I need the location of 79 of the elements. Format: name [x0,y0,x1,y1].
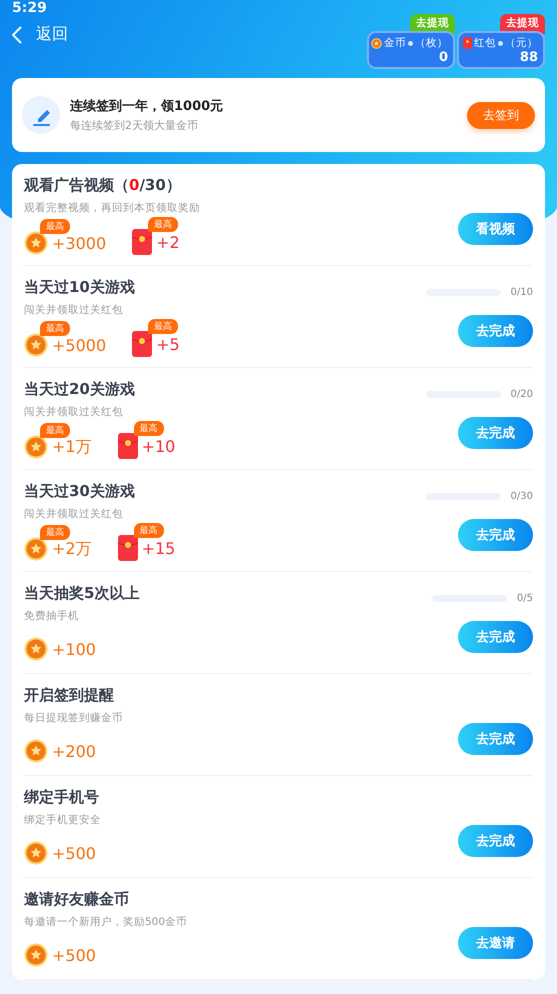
coin-icon [24,333,48,357]
max-badge: 最高 [148,319,178,334]
task-description: 观看完整视频，再回到本页领取奖励 [24,201,201,215]
task-button[interactable]: 去完成 [458,417,533,449]
task-button[interactable]: 去完成 [458,723,533,755]
progress-text: 0/20 [510,389,533,400]
task-title: 开启签到提醒 [24,686,115,705]
task-button[interactable]: 去邀请 [458,927,533,959]
task-button[interactable]: 看视频 [458,213,533,245]
max-badge: 最高 [148,217,178,232]
sign-in-title: 连续签到一年，领1000元 [70,98,224,115]
balance-value: 88 [520,50,538,65]
reward-amount: +2万 [52,538,92,560]
task-button[interactable]: 去完成 [458,519,533,551]
max-badge: 最高 [40,321,70,336]
envelope-icon [118,433,138,459]
task-button[interactable]: 去完成 [458,621,533,653]
balance-label: 金币 [384,36,406,50]
balance-card[interactable]: 金币 （枚） 0 [367,31,455,69]
task-title: 邀请好友赚金币 [24,890,130,909]
progress-text: 0/5 [516,593,533,604]
coin-icon [24,637,48,661]
chevron-left-icon [12,26,22,44]
sign-in-button[interactable]: 去签到 [467,102,535,128]
dot-icon [408,40,413,46]
reward-amount: +100 [52,640,96,658]
balance-unit: （元） [505,36,538,50]
progress-text: 0/30 [510,491,533,502]
reward-amount: +15 [142,538,176,558]
task-description: 绑定手机更安全 [24,813,102,827]
task-button[interactable]: 去完成 [458,315,533,347]
task-title: 绑定手机号 [24,788,100,807]
task-button[interactable]: 去完成 [458,825,533,857]
task-description: 闯关并领取过关红包 [24,405,124,419]
task-title: 当天过20关游戏 [24,380,136,399]
coin-icon [24,943,48,967]
balance-value: 0 [438,50,448,65]
coin-icon [24,739,48,763]
max-badge: 最高 [40,219,70,234]
status-time: 5:29 [12,0,47,16]
task-title: 观看广告视频（0/30） [24,176,182,195]
task-title: 当天抽奖5次以上 [24,584,140,603]
reward-amount: +500 [52,946,96,964]
max-badge: 最高 [40,525,70,540]
coin-icon [24,435,48,459]
envelope-icon [463,37,472,49]
back-button[interactable]: 返回 [12,16,68,45]
reward-amount: +3000 [52,234,106,252]
task-description: 每日提现签到赚金币 [24,711,124,725]
coin-icon [24,231,48,255]
max-badge: 最高 [134,421,164,436]
pencil-icon [22,96,60,134]
balance-card[interactable]: 红包 （元） 88 [457,31,545,69]
task-title: 当天过10关游戏 [24,278,136,297]
coin-icon [24,537,48,561]
reward-amount: +200 [52,742,96,760]
coin-icon [371,38,382,48]
task-description: 免费抽手机 [24,609,80,623]
sign-in-subtitle: 每连续签到2天领大量金币 [70,118,199,133]
envelope-icon [118,535,138,561]
task-description: 每邀请一个新用户，奖励500金币 [24,915,188,929]
reward-amount: +2 [156,232,180,252]
dot-icon [498,40,503,46]
max-badge: 最高 [134,523,164,538]
reward-amount: +1万 [52,436,92,458]
balance-unit: （枚） [415,36,448,50]
envelope-icon [132,331,152,357]
progress-text: 0/10 [510,287,533,298]
envelope-icon [132,229,152,255]
task-title: 当天过30关游戏 [24,482,136,501]
reward-amount: +5000 [52,336,106,354]
max-badge: 最高 [40,423,70,438]
reward-amount: +10 [142,436,176,456]
coin-icon [24,841,48,865]
reward-amount: +500 [52,844,96,862]
reward-amount: +5 [156,334,180,354]
balance-label: 红包 [474,36,496,50]
task-description: 闯关并领取过关红包 [24,303,124,317]
task-description: 闯关并领取过关红包 [24,507,124,521]
